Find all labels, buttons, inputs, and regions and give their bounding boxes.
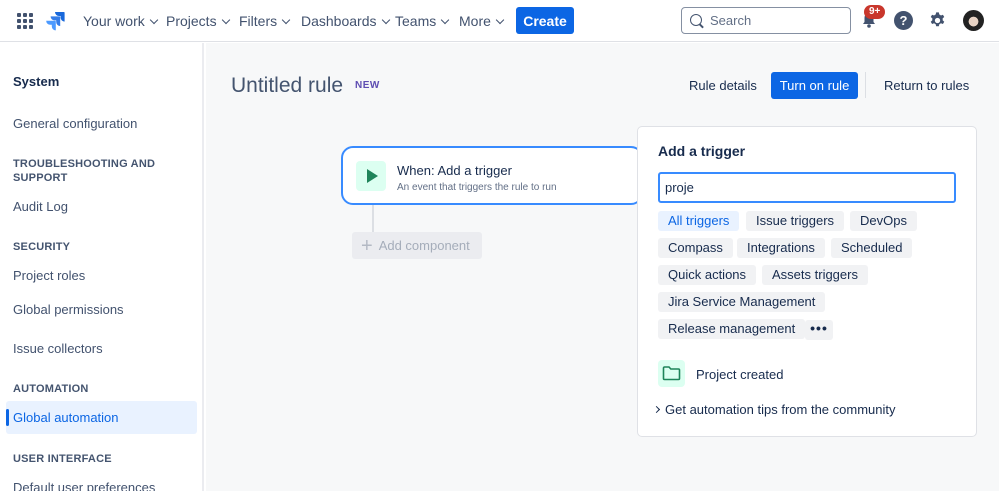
chevron-down-icon xyxy=(381,15,390,24)
category-compass[interactable]: Compass xyxy=(658,238,733,258)
rule-title[interactable]: Untitled rule xyxy=(231,74,343,98)
rule-details-button[interactable]: Rule details xyxy=(689,78,757,93)
nav-teams[interactable]: Teams xyxy=(395,13,450,29)
category-assets-triggers[interactable]: Assets triggers xyxy=(762,265,868,285)
sidebar-item-label: Global automation xyxy=(13,410,119,425)
help-icon[interactable]: ? xyxy=(894,11,913,30)
search-icon xyxy=(690,14,702,26)
trigger-title: When: Add a trigger xyxy=(397,163,512,178)
chevron-down-icon xyxy=(149,15,158,24)
sidebar-heading-troubleshooting: TROUBLESHOOTING AND SUPPORT xyxy=(13,158,156,184)
automation-tips-link[interactable]: Get automation tips from the community xyxy=(652,402,896,417)
jira-logo-icon[interactable] xyxy=(44,10,66,32)
category-issue-triggers[interactable]: Issue triggers xyxy=(746,211,845,231)
create-button[interactable]: Create xyxy=(516,7,574,34)
nav-label: More xyxy=(459,13,491,29)
top-navigation: Your work Projects Filters Dashboards Te… xyxy=(0,0,999,42)
sidebar-title: System xyxy=(13,74,60,89)
nav-label: Projects xyxy=(166,13,217,29)
nav-label: Your work xyxy=(83,13,145,29)
connector-line xyxy=(372,205,374,232)
folder-icon xyxy=(658,360,685,387)
category-all-triggers[interactable]: All triggers xyxy=(658,211,740,231)
new-lozenge: NEW xyxy=(355,80,380,91)
turn-on-rule-button[interactable]: Turn on rule xyxy=(771,72,858,99)
sidebar-item-issue-collectors[interactable]: Issue collectors xyxy=(13,341,103,356)
rule-editor: Untitled rule NEW Rule details Turn on r… xyxy=(206,43,999,491)
add-component-label: Add component xyxy=(378,238,470,253)
chevron-down-icon xyxy=(221,15,230,24)
category-devops[interactable]: DevOps xyxy=(850,211,917,231)
chevron-right-icon xyxy=(652,405,661,414)
category-release-management[interactable]: Release management xyxy=(658,319,806,339)
search-placeholder: Search xyxy=(710,13,752,28)
app-switcher-icon[interactable] xyxy=(17,13,33,29)
sidebar-item-audit-log[interactable]: Audit Log xyxy=(13,199,68,214)
chevron-down-icon xyxy=(440,15,450,24)
nav-label: Dashboards xyxy=(301,13,377,29)
trigger-result-project-created[interactable]: Project created xyxy=(658,360,958,388)
chevron-down-icon xyxy=(281,15,291,24)
plus-icon: + xyxy=(361,234,373,257)
nav-your-work[interactable]: Your work xyxy=(83,13,158,29)
header-divider xyxy=(865,72,866,98)
tips-label: Get automation tips from the community xyxy=(665,402,896,417)
more-categories-button[interactable]: ••• xyxy=(805,320,833,340)
result-label: Project created xyxy=(696,367,784,382)
sidebar: System General configuration TROUBLESHOO… xyxy=(0,43,204,491)
user-avatar[interactable] xyxy=(963,10,984,31)
notification-badge: 9+ xyxy=(864,5,886,19)
sidebar-heading-user-interface: USER INTERFACE xyxy=(13,453,112,465)
nav-label: Filters xyxy=(239,13,278,29)
nav-dashboards[interactable]: Dashboards xyxy=(301,13,390,29)
category-scheduled[interactable]: Scheduled xyxy=(831,238,913,258)
sidebar-heading-security: SECURITY xyxy=(13,241,71,253)
settings-gear-icon[interactable] xyxy=(928,11,947,30)
nav-label: Teams xyxy=(395,13,437,29)
sidebar-item-project-roles[interactable]: Project roles xyxy=(13,268,85,283)
play-icon xyxy=(356,161,386,191)
add-trigger-panel: Add a trigger All triggers Issue trigger… xyxy=(637,126,977,437)
trigger-card[interactable]: When: Add a trigger An event that trigge… xyxy=(341,146,643,205)
category-integrations[interactable]: Integrations xyxy=(737,238,825,258)
return-to-rules-button[interactable]: Return to rules xyxy=(884,78,969,93)
panel-title: Add a trigger xyxy=(658,143,746,159)
trigger-subtitle: An event that triggers the rule to run xyxy=(397,182,557,193)
sidebar-item-general-configuration[interactable]: General configuration xyxy=(13,116,137,131)
sidebar-item-default-user-preferences[interactable]: Default user preferences xyxy=(13,480,155,491)
nav-projects[interactable]: Projects xyxy=(166,13,230,29)
sidebar-heading-automation: AUTOMATION xyxy=(13,383,89,395)
sidebar-item-global-permissions[interactable]: Global permissions xyxy=(13,302,124,317)
category-quick-actions[interactable]: Quick actions xyxy=(658,265,757,285)
sidebar-item-global-automation[interactable]: Global automation xyxy=(6,401,197,434)
add-component-button[interactable]: + Add component xyxy=(352,232,482,259)
nav-more[interactable]: More xyxy=(459,13,505,29)
chevron-down-icon xyxy=(495,15,505,24)
search-input[interactable]: Search xyxy=(681,7,851,34)
trigger-search-input[interactable] xyxy=(658,172,956,203)
category-jira-service-management[interactable]: Jira Service Management xyxy=(658,292,826,312)
nav-filters[interactable]: Filters xyxy=(239,13,291,29)
